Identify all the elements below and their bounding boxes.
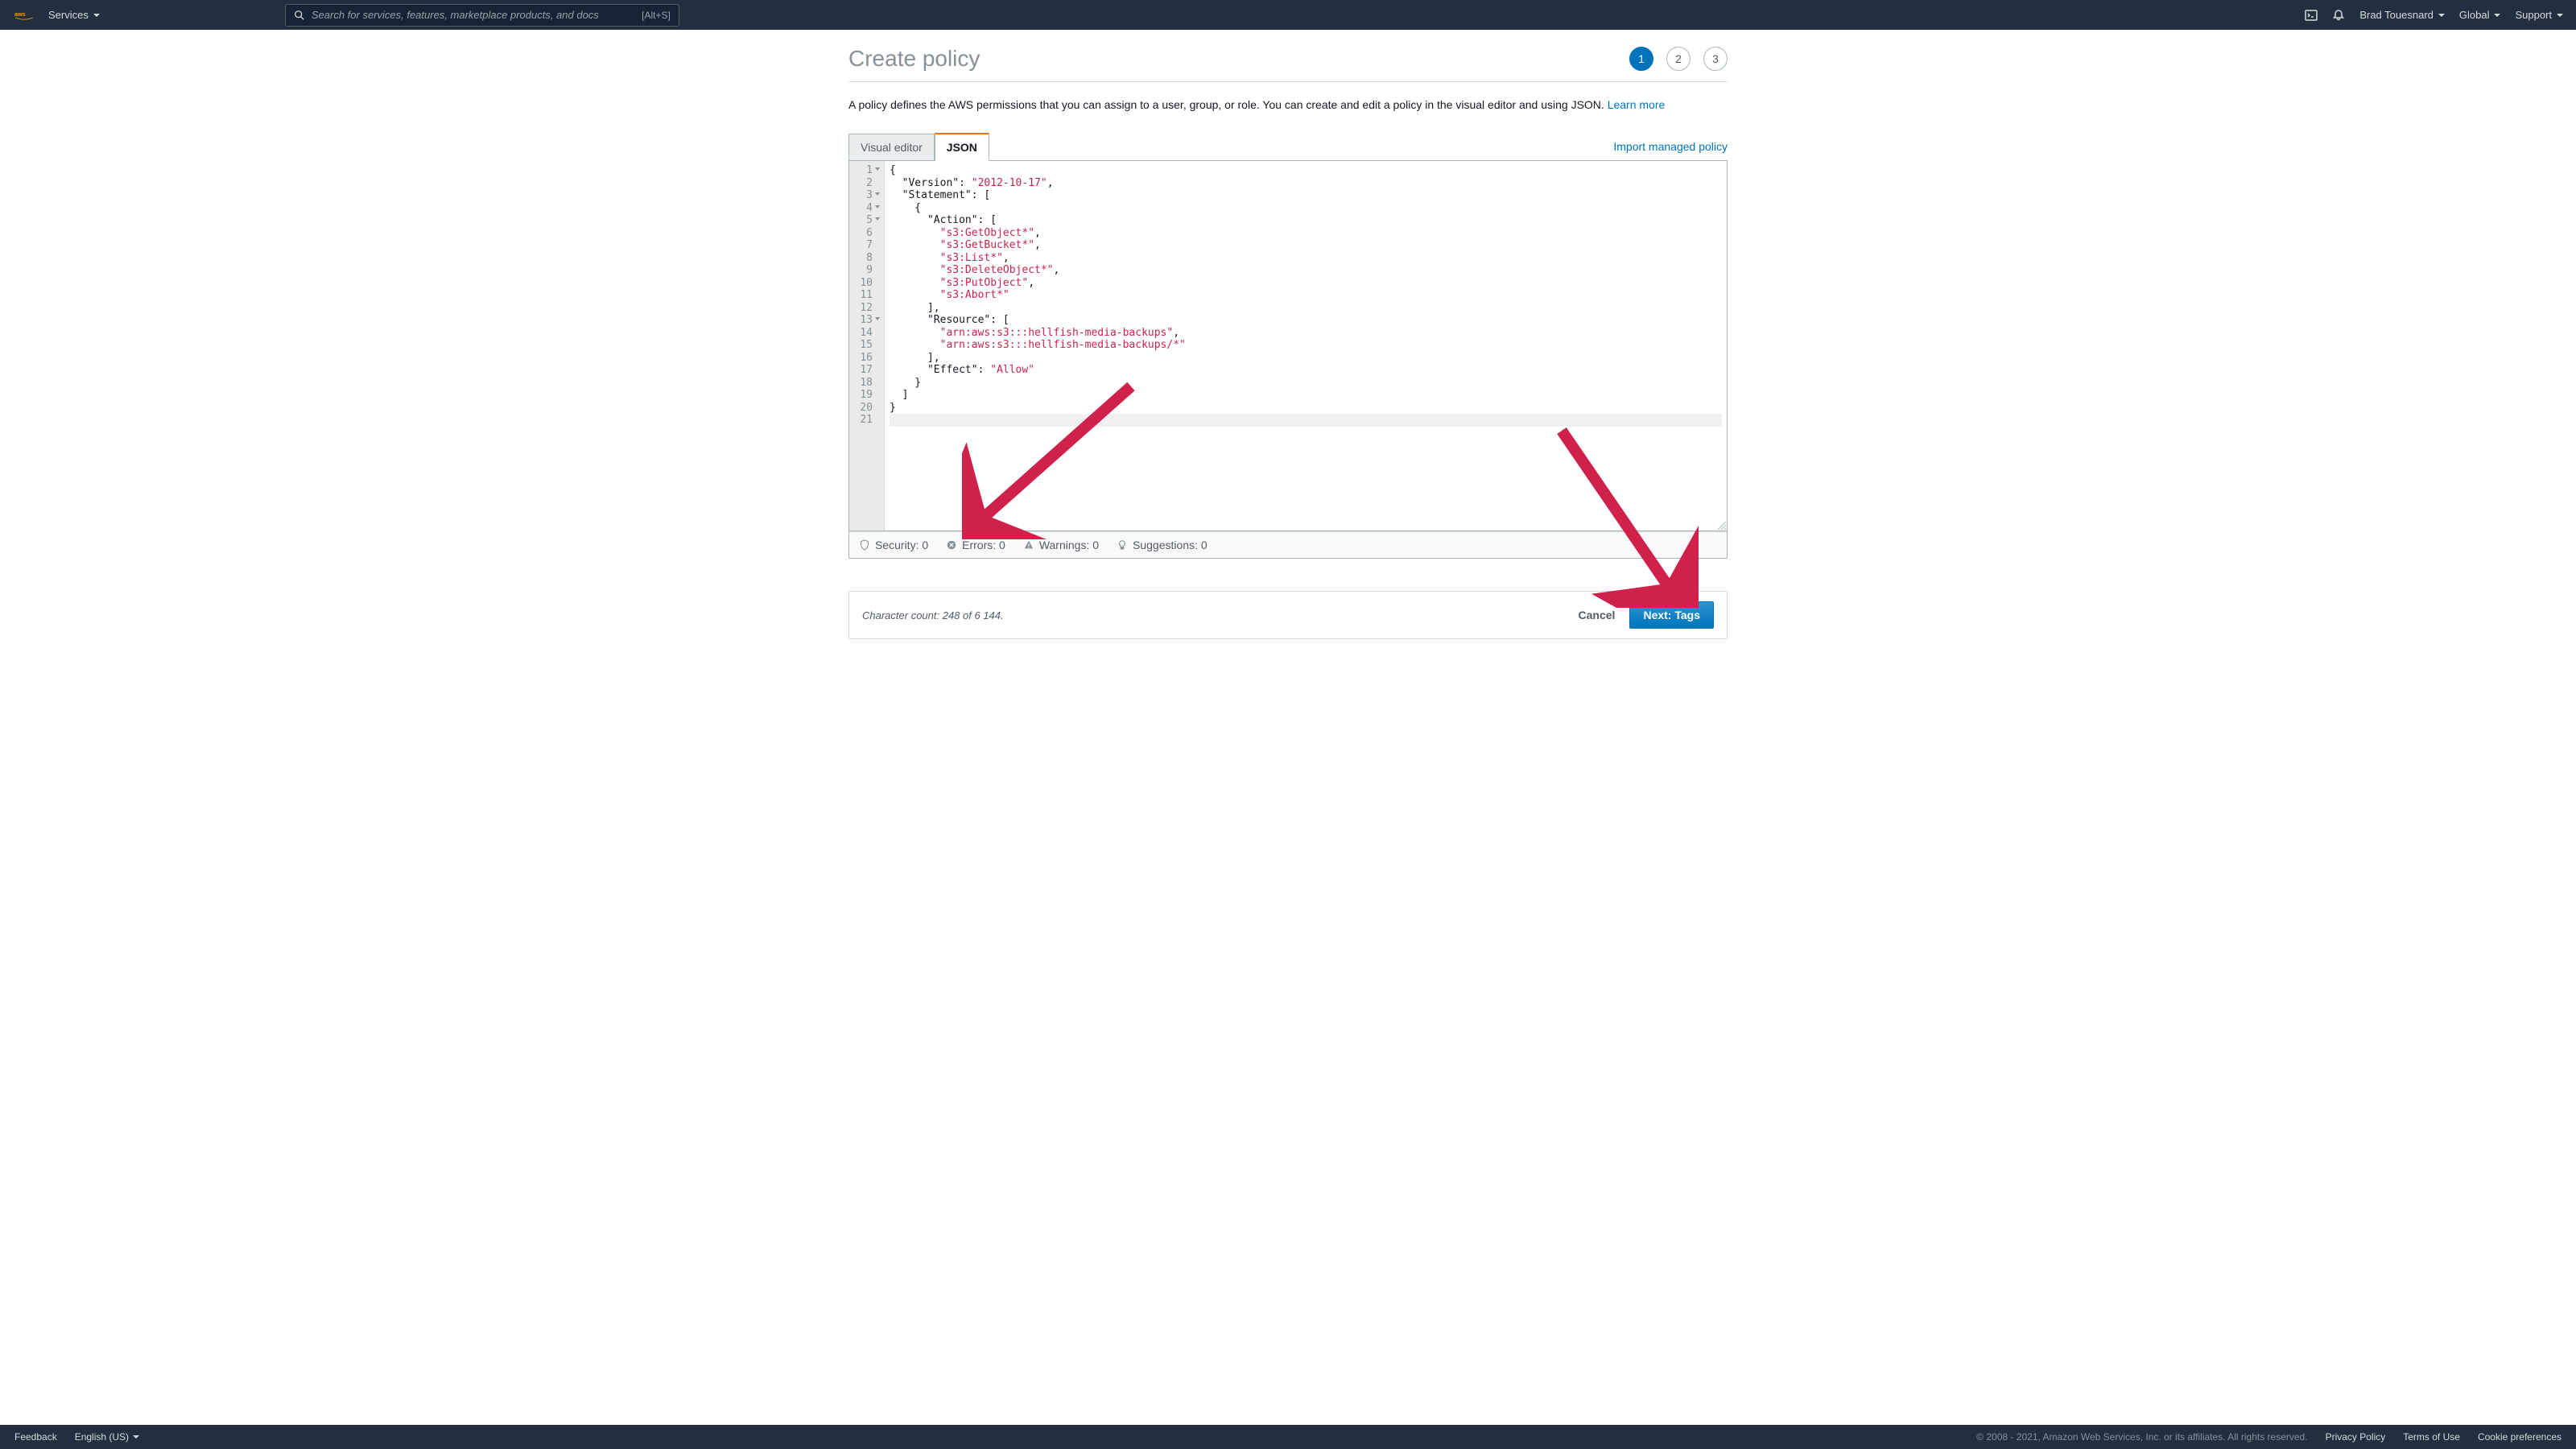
validation-status-bar: Security: 0 Errors: 0 Warnings: 0 Sugges… <box>848 531 1728 559</box>
wizard-steps: 1 2 3 <box>1629 47 1728 71</box>
services-dropdown[interactable]: Services <box>48 9 100 21</box>
resize-handle-icon[interactable] <box>1717 521 1727 530</box>
global-search[interactable]: [Alt+S] <box>285 4 679 27</box>
cloudshell-icon[interactable] <box>2305 9 2318 22</box>
aws-logo-icon: aws <box>13 10 35 20</box>
copyright-text: © 2008 - 2021, Amazon Web Services, Inc.… <box>1976 1431 2307 1443</box>
error-icon <box>946 539 957 551</box>
editor-gutter: 123456789101112131415161718192021 <box>849 161 885 530</box>
user-name: Brad Touesnard <box>2359 9 2434 21</box>
region-label: Global <box>2459 9 2490 21</box>
privacy-link[interactable]: Privacy Policy <box>2326 1431 2386 1443</box>
import-managed-policy-link[interactable]: Import managed policy <box>1613 140 1728 153</box>
search-input[interactable] <box>312 9 642 21</box>
notifications-icon[interactable] <box>2332 9 2345 22</box>
tab-visual-editor[interactable]: Visual editor <box>848 134 935 160</box>
support-label: Support <box>2515 9 2552 21</box>
next-tags-button[interactable]: Next: Tags <box>1629 601 1714 629</box>
step-2[interactable]: 2 <box>1666 47 1690 71</box>
editor-code[interactable]: { "Version": "2012-10-17", "Statement": … <box>885 161 1727 530</box>
caret-down-icon <box>2494 14 2500 17</box>
search-shortcut-hint: [Alt+S] <box>642 10 671 21</box>
footer-panel: Character count: 248 of 6 144. Cancel Ne… <box>848 591 1728 639</box>
account-dropdown[interactable]: Brad Touesnard <box>2359 9 2445 21</box>
lightbulb-icon <box>1117 539 1128 551</box>
support-dropdown[interactable]: Support <box>2515 9 2563 21</box>
svg-text:aws: aws <box>14 10 26 18</box>
page-description: A policy defines the AWS permissions tha… <box>848 97 1728 114</box>
cookie-prefs-link[interactable]: Cookie preferences <box>2478 1431 2562 1443</box>
services-label: Services <box>48 9 89 21</box>
cancel-button[interactable]: Cancel <box>1579 609 1616 621</box>
caret-down-icon <box>2438 14 2445 17</box>
language-dropdown[interactable]: English (US) <box>75 1431 139 1443</box>
console-footer: Feedback English (US) © 2008 - 2021, Ama… <box>0 1425 2576 1449</box>
aws-logo[interactable]: aws <box>13 10 35 20</box>
caret-down-icon <box>93 14 100 17</box>
terms-link[interactable]: Terms of Use <box>2403 1431 2460 1443</box>
status-suggestions: Suggestions: 0 <box>1117 539 1208 551</box>
json-editor[interactable]: 123456789101112131415161718192021 { "Ver… <box>848 161 1728 531</box>
learn-more-link[interactable]: Learn more <box>1608 98 1666 111</box>
feedback-link[interactable]: Feedback <box>14 1431 57 1443</box>
shield-icon <box>859 539 870 551</box>
search-icon <box>294 10 305 21</box>
step-1[interactable]: 1 <box>1629 47 1653 71</box>
page-title: Create policy <box>848 46 980 72</box>
character-count: Character count: 248 of 6 144. <box>862 609 1004 621</box>
caret-down-icon <box>2557 14 2563 17</box>
region-dropdown[interactable]: Global <box>2459 9 2501 21</box>
tab-json[interactable]: JSON <box>935 133 989 161</box>
status-errors: Errors: 0 <box>946 539 1005 551</box>
status-security: Security: 0 <box>859 539 928 551</box>
warning-icon <box>1023 539 1034 551</box>
caret-down-icon <box>133 1435 139 1439</box>
top-nav: aws Services [Alt+S] Brad Touesnard Glob… <box>0 0 2576 30</box>
step-3[interactable]: 3 <box>1703 47 1728 71</box>
status-warnings: Warnings: 0 <box>1023 539 1099 551</box>
